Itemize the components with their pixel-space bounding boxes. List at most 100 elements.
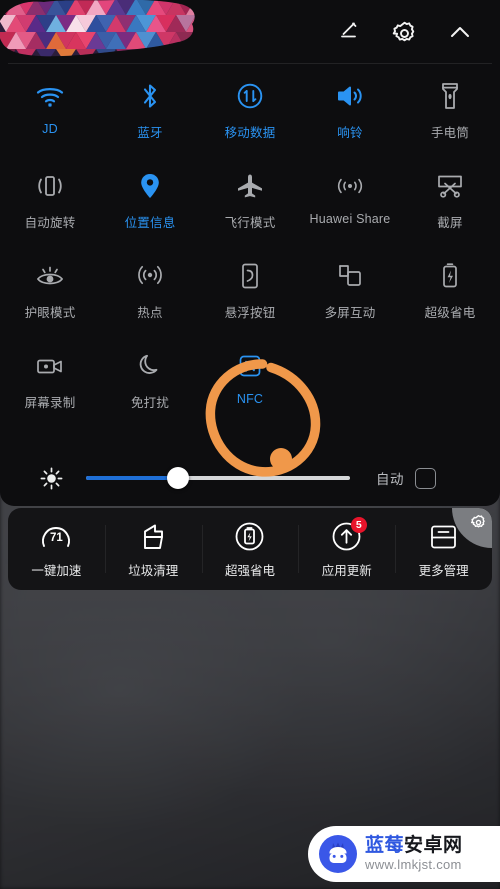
empty-icon <box>330 347 370 385</box>
tile-label: 免打扰 <box>130 396 170 410</box>
tile-empty-2 <box>400 338 500 428</box>
tile-screenshot[interactable]: 截屏 <box>400 158 500 248</box>
empty-icon <box>430 347 470 385</box>
floating-button-icon <box>230 257 270 295</box>
nfc-icon <box>230 347 270 385</box>
tile-ultra-power-saving[interactable]: 超级省电 <box>400 248 500 338</box>
multi-screen-icon <box>330 257 370 295</box>
speed-gauge-icon: 71 <box>37 520 75 554</box>
tile-auto-rotate[interactable]: 自动旋转 <box>0 158 100 248</box>
tile-label: JD <box>42 122 58 136</box>
tile-label: 截屏 <box>437 216 463 230</box>
edit-icon[interactable] <box>331 16 365 50</box>
eye-comfort-icon <box>30 257 70 295</box>
airplane-icon <box>230 167 270 205</box>
tile-label: 悬浮按钮 <box>224 306 276 320</box>
tile-label: 多屏互动 <box>324 306 376 320</box>
shortcut-super-power-save[interactable]: 超强省电 <box>201 508 299 590</box>
tile-floating-button[interactable]: 悬浮按钮 <box>200 248 300 338</box>
watermark-title: 蓝莓安卓网 <box>365 834 463 856</box>
shortcut-label: 应用更新 <box>321 563 372 578</box>
site-watermark: 蓝莓安卓网 www.lmkjst.com <box>308 826 500 882</box>
tile-do-not-disturb[interactable]: 免打扰 <box>100 338 200 428</box>
tile-bluetooth[interactable]: 蓝牙 <box>100 68 200 158</box>
tile-empty-1 <box>300 338 400 428</box>
location-pin-icon <box>130 167 170 205</box>
update-count-badge: 5 <box>350 516 367 533</box>
tile-wifi[interactable]: JD <box>0 68 100 158</box>
tile-row: 护眼模式 热点 悬浮按钮 多屏互动 超级省电 <box>0 248 500 338</box>
blueberry-android-robot-logo <box>319 835 357 873</box>
app-update-icon: 5 <box>328 516 367 554</box>
watermark-text: 蓝莓安卓网 www.lmkjst.com <box>365 834 463 873</box>
settings-gear-icon[interactable] <box>387 16 421 50</box>
watermark-title-blue: 蓝莓 <box>365 834 405 856</box>
hotspot-icon <box>130 257 170 295</box>
header-divider <box>8 63 492 64</box>
ringer-icon <box>330 77 370 115</box>
tile-label: 手电筒 <box>430 126 470 140</box>
tile-mobile-data[interactable]: 移动数据 <box>200 68 300 158</box>
tile-row: 自动旋转 位置信息 飞行模式 Huawei Share 截屏 <box>0 158 500 248</box>
panel-header <box>0 0 500 64</box>
auto-rotate-icon <box>30 167 70 205</box>
do-not-disturb-icon <box>130 347 170 385</box>
tile-multi-screen[interactable]: 多屏互动 <box>300 248 400 338</box>
quick-settings-tile-grid: JD 蓝牙 移动数据 响铃 手电筒 自动旋转 位置信息 飞行模式 Huawei … <box>0 68 500 448</box>
tile-hotspot[interactable]: 热点 <box>100 248 200 338</box>
tile-row: JD 蓝牙 移动数据 响铃 手电筒 <box>0 68 500 158</box>
quick-settings-panel: JD 蓝牙 移动数据 响铃 手电筒 自动旋转 位置信息 飞行模式 Huawei … <box>0 0 500 506</box>
watermark-title-dark: 安卓网 <box>404 834 463 856</box>
phone-screen: JD 蓝牙 移动数据 响铃 手电筒 自动旋转 位置信息 飞行模式 Huawei … <box>0 0 500 889</box>
wifi-icon <box>30 77 70 115</box>
tile-ringer[interactable]: 响铃 <box>300 68 400 158</box>
screenshot-icon <box>430 167 470 205</box>
chevron-up-icon[interactable] <box>443 16 477 50</box>
tile-label: 飞行模式 <box>224 216 276 230</box>
mobile-data-icon <box>230 77 270 115</box>
shortcut-app-update[interactable]: 5 应用更新 <box>298 508 395 590</box>
tile-nfc[interactable]: NFC <box>200 338 300 428</box>
tile-label: 蓝牙 <box>137 126 163 140</box>
shortcut-trash-clean[interactable]: 垃圾清理 <box>104 508 202 590</box>
bottom-shortcuts-card: 71 一键加速 垃圾清理 超强省电 5 应用更新 更多管理 <box>8 508 492 590</box>
tile-label: NFC <box>236 392 264 406</box>
tile-label: 响铃 <box>337 126 363 140</box>
trash-clean-icon <box>134 520 172 554</box>
boost-value: 71 <box>49 532 63 544</box>
mosaic-redaction-overlay <box>0 0 195 57</box>
tile-label: 位置信息 <box>124 216 176 230</box>
tile-row: 屏幕录制 免打扰 NFC <box>0 338 500 428</box>
tile-label: 自动旋转 <box>24 216 76 230</box>
tile-label: 屏幕录制 <box>24 396 76 410</box>
slider-thumb[interactable] <box>167 467 190 489</box>
tile-screen-record[interactable]: 屏幕录制 <box>0 338 100 428</box>
tile-label: 超级省电 <box>424 306 476 320</box>
tile-huawei-share[interactable]: Huawei Share <box>300 158 400 248</box>
slider-fill <box>86 476 179 480</box>
auto-brightness-checkbox[interactable] <box>415 467 436 489</box>
tile-label: 移动数据 <box>224 126 276 140</box>
brightness-row: 自动 <box>0 452 500 504</box>
tile-label: 热点 <box>137 306 163 320</box>
brightness-slider[interactable] <box>86 467 350 489</box>
shortcut-label: 垃圾清理 <box>128 563 179 578</box>
watermark-url: www.lmkjst.com <box>365 856 462 872</box>
super-power-save-icon <box>231 520 269 554</box>
shortcut-label: 一键加速 <box>31 563 82 578</box>
ultra-power-saving-icon <box>430 257 470 295</box>
flashlight-icon <box>430 77 470 115</box>
shortcut-label: 更多管理 <box>418 563 469 578</box>
auto-brightness-label: 自动 <box>376 472 404 487</box>
tile-flashlight[interactable]: 手电筒 <box>400 68 500 158</box>
tile-airplane-mode[interactable]: 飞行模式 <box>200 158 300 248</box>
screen-record-icon <box>30 347 70 385</box>
tile-label: 护眼模式 <box>24 306 76 320</box>
tile-label: Huawei Share <box>309 212 391 226</box>
shortcut-one-key-boost[interactable]: 71 一键加速 <box>8 508 105 590</box>
tile-location[interactable]: 位置信息 <box>100 158 200 248</box>
shortcut-label: 超强省电 <box>224 563 275 578</box>
tile-eye-comfort[interactable]: 护眼模式 <box>0 248 100 338</box>
bluetooth-icon <box>130 77 170 115</box>
brightness-sun-icon <box>38 465 64 491</box>
